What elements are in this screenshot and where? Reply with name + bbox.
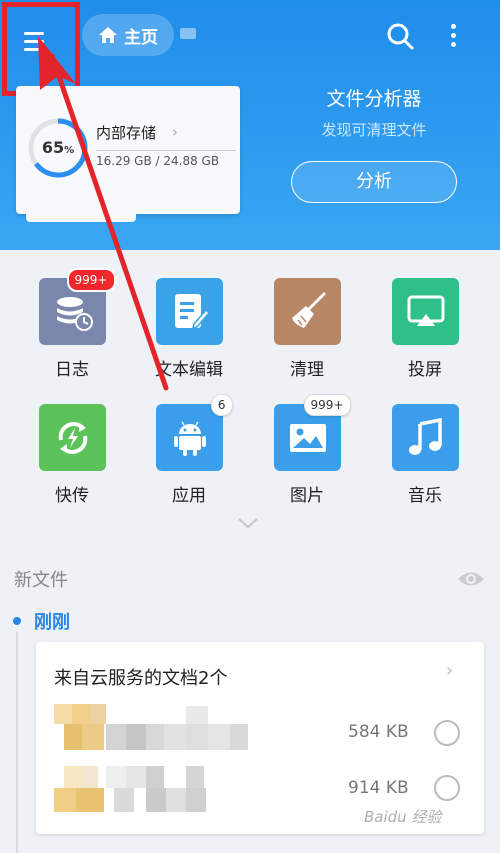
internal-storage-card[interactable]: 65% 内部存储 › 16.29 GB / 24.88 GB — [16, 86, 240, 222]
shortcut-text-editor[interactable]: 文本编辑 — [139, 278, 239, 380]
hamburger-icon-line — [24, 48, 44, 51]
select-radio[interactable] — [434, 775, 460, 801]
home-label: 主页 — [124, 27, 158, 48]
text-edit-icon — [174, 294, 210, 330]
timeline-dot — [13, 617, 21, 625]
shortcut-label: 文本编辑 — [155, 360, 223, 380]
file-thumbnail[interactable] — [54, 704, 254, 750]
storage-percent: 65% — [41, 138, 75, 157]
chevron-down-icon[interactable] — [236, 514, 260, 534]
storage-size: 16.29 GB / 24.88 GB — [96, 154, 220, 168]
hamburger-icon — [24, 32, 44, 35]
analyzer-title: 文件分析器 — [326, 88, 422, 110]
shortcut-apps[interactable]: 6 应用 — [139, 394, 239, 506]
cast-icon — [407, 295, 444, 326]
log-icon — [56, 297, 93, 331]
hamburger-icon-line — [24, 40, 44, 43]
shortcut-quick-transfer[interactable]: 快传 — [22, 404, 122, 506]
shortcut-label: 投屏 — [408, 360, 442, 380]
shortcut-clean[interactable]: 清理 — [257, 278, 357, 380]
images-badge: 999+ — [303, 394, 351, 416]
select-radio[interactable] — [434, 720, 460, 746]
storage-title: 内部存储 — [96, 124, 157, 142]
menu-button[interactable] — [2, 2, 80, 96]
shortcut-music[interactable]: 音乐 — [375, 404, 475, 506]
android-icon — [173, 421, 206, 456]
clean-tile — [273, 278, 341, 345]
chevron-right-icon: › — [172, 123, 178, 141]
images-tile: 999+ — [273, 394, 351, 471]
shortcut-label: 日志 — [55, 360, 89, 380]
timeline-line — [16, 632, 18, 853]
eye-icon[interactable] — [456, 567, 486, 591]
card-tab — [26, 214, 136, 222]
divider — [96, 150, 236, 151]
transfer-icon — [58, 422, 87, 454]
music-icon — [408, 418, 442, 455]
shortcut-label: 音乐 — [408, 486, 442, 506]
apps-badge: 6 — [210, 394, 233, 416]
file-thumbnail[interactable] — [54, 766, 254, 812]
log-badge: 999+ — [66, 268, 116, 292]
shortcut-label: 快传 — [55, 486, 89, 506]
file-size: 584 KB — [348, 722, 409, 742]
apps-tile: 6 — [155, 394, 233, 471]
watermark-logo: Baidu 经验 — [364, 808, 442, 826]
home-breadcrumb[interactable]: 主页 — [82, 14, 174, 56]
home-icon — [99, 27, 117, 43]
header-bar: 主页 65% 内部存储 › 16.29 GB / 24.88 GB 文件分析器 … — [0, 0, 500, 250]
message-icon[interactable] — [180, 28, 196, 39]
file-size: 914 KB — [348, 778, 409, 798]
shortcut-label: 应用 — [172, 486, 206, 506]
broom-icon — [291, 292, 325, 328]
analyzer-subtitle: 发现可清理文件 — [321, 121, 427, 139]
shortcut-cast[interactable]: 投屏 — [375, 278, 475, 380]
more-options-icon[interactable] — [445, 20, 461, 54]
log-tile: 999+ — [38, 268, 116, 345]
music-tile — [391, 404, 459, 471]
chevron-right-icon: › — [446, 660, 454, 681]
text-edit-tile — [155, 278, 223, 345]
image-icon — [289, 424, 326, 452]
transfer-tile — [38, 404, 106, 471]
file-group-title: 来自云服务的文档2个 — [54, 668, 228, 689]
shortcut-log[interactable]: 999+ 日志 — [22, 268, 122, 380]
search-icon[interactable] — [386, 22, 414, 50]
new-files-title: 新文件 — [14, 570, 68, 591]
group-label: 刚刚 — [34, 612, 70, 633]
shortcut-images[interactable]: 999+ 图片 — [257, 394, 357, 506]
shortcut-label: 清理 — [290, 360, 324, 380]
shortcut-label: 图片 — [290, 486, 324, 506]
cast-tile — [391, 278, 459, 345]
analyze-button[interactable]: 分析 — [291, 161, 457, 203]
